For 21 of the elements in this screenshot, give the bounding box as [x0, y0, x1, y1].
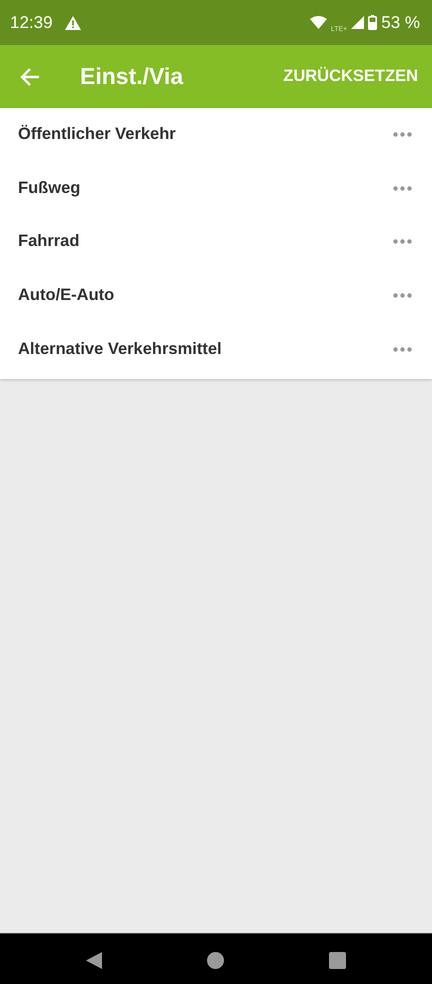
battery-icon [368, 15, 378, 30]
more-icon[interactable] [393, 186, 412, 191]
warning-icon [64, 16, 81, 30]
back-nav-icon[interactable] [86, 952, 102, 969]
list-item[interactable]: Fußweg [18, 178, 393, 198]
status-time: 12:39 [10, 12, 53, 32]
list-item[interactable]: Öffentlicher Verkehr [18, 125, 393, 144]
list-item[interactable]: Fahrrad [18, 232, 393, 252]
list-item[interactable]: Auto/E-Auto [18, 286, 393, 306]
screen-title: Einst./Via [80, 63, 184, 90]
back-icon[interactable] [20, 68, 40, 86]
home-icon[interactable] [207, 952, 224, 969]
more-icon[interactable] [393, 132, 412, 138]
list-item[interactable]: Alternative Verkehrsmittel [18, 340, 393, 359]
recents-icon[interactable] [329, 952, 346, 969]
more-icon[interactable] [393, 346, 412, 352]
more-icon[interactable] [393, 293, 412, 298]
more-icon[interactable] [393, 239, 412, 244]
battery-percent: 53 % [381, 12, 420, 32]
wifi-icon [310, 16, 327, 29]
signal-icon [351, 16, 364, 29]
